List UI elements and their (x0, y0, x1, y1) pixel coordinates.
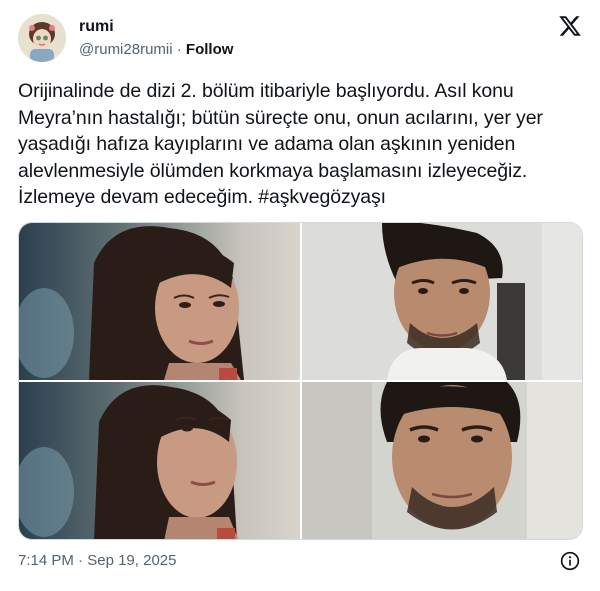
display-name[interactable]: rumi (79, 17, 233, 37)
separator-dot: · (176, 41, 182, 58)
timestamp-time: 7:14 PM (18, 552, 74, 569)
avatar[interactable] (18, 14, 66, 62)
info-icon[interactable] (560, 551, 580, 571)
media-image-3[interactable] (19, 382, 300, 539)
media-image-4[interactable] (302, 382, 582, 539)
hashtag-link[interactable]: #aşkvegözyaşı (258, 186, 386, 208)
tweet-header: rumi @rumi28rumii · Follow (18, 12, 584, 62)
follow-button[interactable]: Follow (186, 41, 234, 58)
media-image-1[interactable] (19, 223, 300, 380)
timestamp-separator: · (78, 552, 84, 569)
tweet-text: Orijinalinde de dizi 2. bölüm itibariyle… (18, 78, 578, 211)
x-logo-icon[interactable] (558, 14, 582, 38)
handle-row: @rumi28rumii · Follow (79, 40, 233, 60)
timestamp[interactable]: 7:14 PM · Sep 19, 2025 (18, 552, 176, 569)
timestamp-date: Sep 19, 2025 (87, 552, 177, 569)
media-image-2[interactable] (302, 223, 582, 380)
tweet-footer: 7:14 PM · Sep 19, 2025 (18, 550, 584, 574)
media-grid (18, 222, 583, 540)
user-names: rumi @rumi28rumii · Follow (79, 17, 233, 60)
user-handle[interactable]: @rumi28rumii (79, 41, 173, 58)
